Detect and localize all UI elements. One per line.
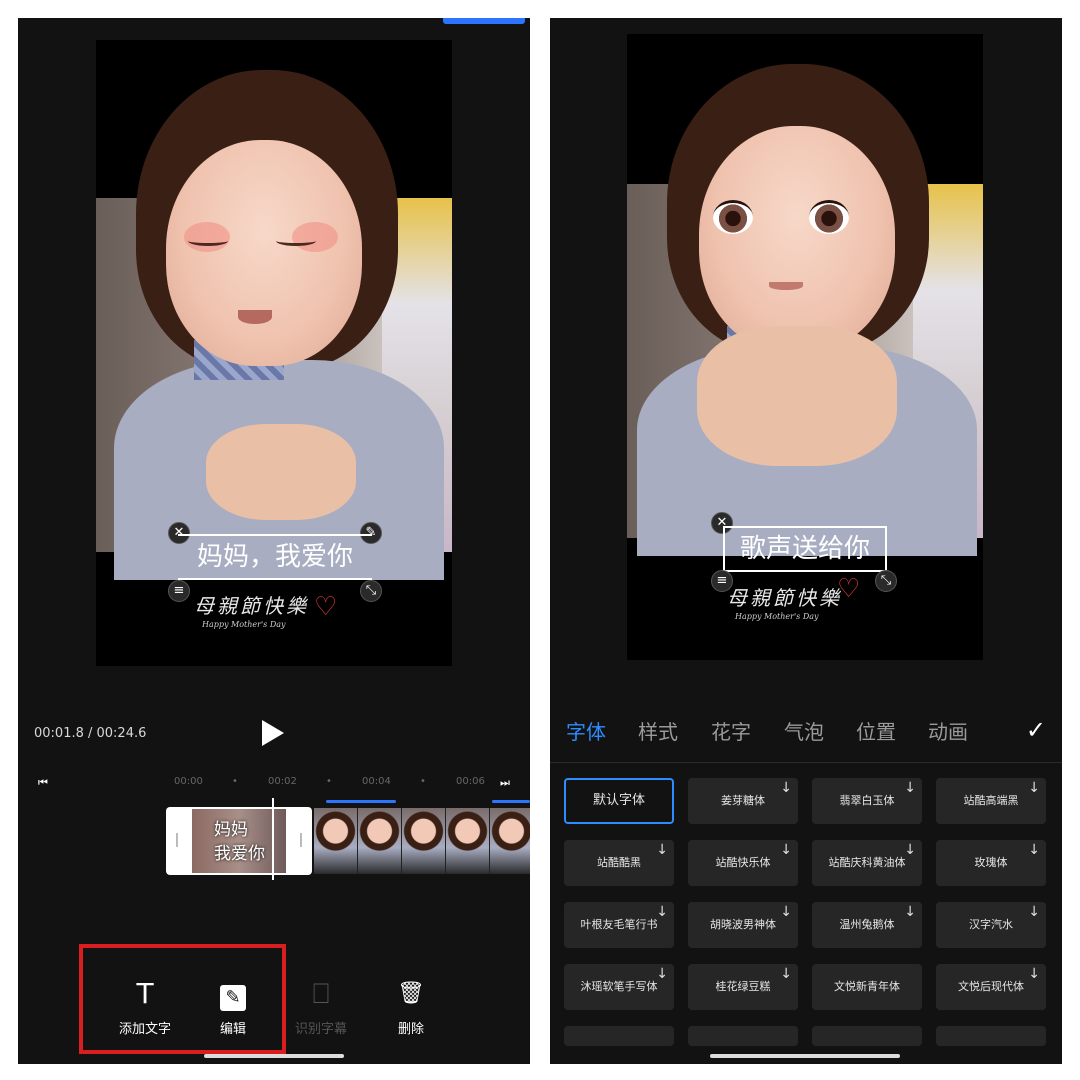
text-T-icon: T (136, 977, 154, 1010)
heart-icon: ♡ (837, 574, 861, 604)
download-icon[interactable]: ↓ (656, 966, 668, 982)
right-phone-screen: ✕ 歌声送给你 ≡ ⤡ 母親節快樂 Happy Mother's Day ♡ 字… (550, 18, 1062, 1064)
clip-left-handle[interactable] (176, 833, 178, 847)
sticker-subtitle: Happy Mother's Day (202, 620, 286, 629)
download-icon[interactable]: ↓ (904, 842, 916, 858)
download-icon[interactable]: ↓ (904, 904, 916, 920)
recognize-subtitles-button[interactable]: ⎕ 识别字幕 (276, 976, 366, 1037)
font-option[interactable]: 胡晓波男神体 ↓ (688, 902, 798, 948)
status-indicator (443, 18, 525, 24)
resize-icon[interactable]: ⤡ (360, 580, 382, 602)
ruler-label: 00:04 (362, 776, 391, 787)
font-option[interactable]: 站酷庆科黄油体 ↓ (812, 840, 922, 886)
tab-animation[interactable]: 动画 (928, 716, 968, 745)
font-option[interactable]: 温州兔鹅体 ↓ (812, 902, 922, 948)
timeline-ruler: 00:00 • 00:02 • 00:04 • 00:06 (174, 776, 485, 787)
download-icon[interactable]: ↓ (1028, 842, 1040, 858)
clip-label-line2: 我爱你 (214, 844, 265, 864)
play-icon[interactable] (262, 720, 284, 746)
font-option-partial[interactable] (688, 1026, 798, 1046)
download-icon[interactable]: ↓ (656, 904, 668, 920)
edit-button[interactable]: ✎ 编辑 (188, 976, 278, 1037)
trash-icon: 🗑 (397, 981, 425, 1006)
avatar-eye (713, 200, 753, 234)
playhead[interactable] (272, 798, 274, 880)
home-indicator[interactable] (204, 1054, 344, 1058)
download-icon[interactable]: ↓ (780, 966, 792, 982)
checkmark-icon[interactable]: ✓ (1026, 716, 1046, 744)
download-icon[interactable]: ↓ (1028, 780, 1040, 796)
video-preview[interactable]: ✕ ✎ 妈妈，我爱你 ≡ ⤡ 母親節快樂 Happy Mother's Day … (96, 40, 452, 666)
font-option[interactable]: 文悦后现代体 ↓ (936, 964, 1046, 1010)
font-option-partial[interactable] (936, 1026, 1046, 1046)
download-icon[interactable]: ↓ (780, 842, 792, 858)
avatar-face (699, 126, 895, 352)
font-option[interactable]: 站酷高端黑 ↓ (936, 778, 1046, 824)
resize-icon[interactable]: ⤡ (875, 570, 897, 592)
tab-fancy-text[interactable]: 花字 (711, 716, 751, 745)
tab-font[interactable]: 字体 (566, 716, 606, 745)
download-icon[interactable]: ↓ (656, 842, 668, 858)
ruler-label: 00:02 (268, 776, 297, 787)
avatar-eye (809, 200, 849, 234)
delete-button[interactable]: 🗑 删除 (366, 976, 456, 1037)
ruler-label: 00:00 (174, 776, 203, 787)
add-text-button[interactable]: T 添加文字 (100, 976, 190, 1037)
heart-hands (206, 424, 356, 520)
download-icon[interactable]: ↓ (780, 780, 792, 796)
avatar-face (166, 140, 362, 366)
download-icon[interactable]: ↓ (780, 904, 792, 920)
tab-position[interactable]: 位置 (856, 716, 896, 745)
home-indicator[interactable] (710, 1054, 900, 1058)
font-option[interactable]: 站酷快乐体 ↓ (688, 840, 798, 886)
hands (697, 326, 897, 466)
download-icon[interactable]: ↓ (1028, 966, 1040, 982)
font-option[interactable]: 文悦新青年体 (812, 964, 922, 1010)
pencil-icon: ✎ (220, 985, 246, 1011)
font-option[interactable]: 沐瑶软笔手写体 ↓ (564, 964, 674, 1010)
left-phone-screen: ✕ ✎ 妈妈，我爱你 ≡ ⤡ 母親節快樂 Happy Mother's Day … (18, 18, 530, 1064)
sticker-subtitle: Happy Mother's Day (735, 612, 819, 621)
caption-text-box[interactable]: 妈妈，我爱你 (178, 534, 372, 580)
font-option[interactable]: 玫瑰体 ↓ (936, 840, 1046, 886)
video-preview[interactable]: ✕ 歌声送给你 ≡ ⤡ 母親節快樂 Happy Mother's Day ♡ (627, 34, 983, 660)
font-option[interactable]: 站酷酷黑 ↓ (564, 840, 674, 886)
font-option[interactable]: 汉字汽水 ↓ (936, 902, 1046, 948)
font-option[interactable]: 默认字体 (564, 778, 674, 824)
tab-bubble[interactable]: 气泡 (784, 716, 824, 745)
download-icon[interactable]: ↓ (904, 780, 916, 796)
text-track-marker (326, 800, 396, 803)
text-style-tabs: 字体 样式 花字 气泡 位置 动画 (566, 716, 1062, 746)
video-filmstrip[interactable] (314, 808, 530, 874)
font-option[interactable]: 桂花绿豆糕 ↓ (688, 964, 798, 1010)
subtitle-scan-icon: ⎕ (312, 977, 330, 1010)
clip-right-handle[interactable] (300, 833, 302, 847)
font-option[interactable]: 姜芽糖体 ↓ (688, 778, 798, 824)
font-option[interactable]: 翡翠白玉体 ↓ (812, 778, 922, 824)
selected-text-clip[interactable]: 妈妈 我爱你 (166, 807, 312, 875)
sticker-title: 母親節快樂 (194, 594, 309, 618)
ruler-label: 00:06 (456, 776, 485, 787)
heart-icon: ♡ (314, 592, 338, 622)
tab-style[interactable]: 样式 (638, 716, 678, 745)
time-display: 00:01.8 / 00:24.6 (34, 726, 147, 741)
align-icon[interactable]: ≡ (168, 580, 190, 602)
caption-text-box[interactable]: 歌声送给你 (723, 526, 887, 572)
clip-label-line1: 妈妈 (214, 820, 248, 840)
text-track-marker (492, 800, 530, 803)
font-option-partial[interactable] (564, 1026, 674, 1046)
font-option[interactable]: 叶根友毛笔行书 ↓ (564, 902, 674, 948)
download-icon[interactable]: ↓ (1028, 904, 1040, 920)
sticker-title: 母親節快樂 (727, 586, 842, 610)
font-option-partial[interactable] (812, 1026, 922, 1046)
